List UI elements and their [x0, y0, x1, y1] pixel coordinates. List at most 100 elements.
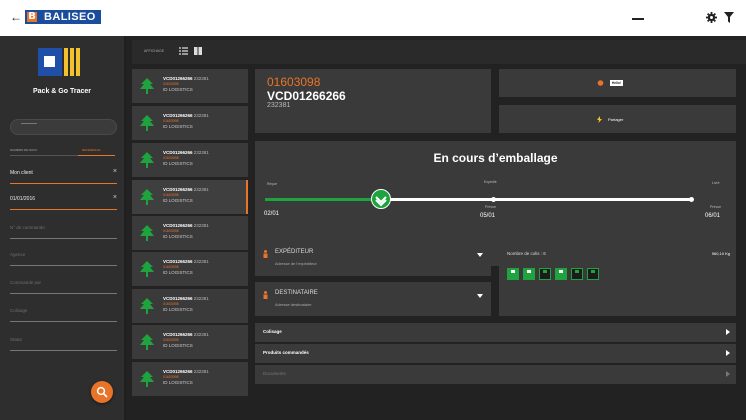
- result-card[interactable]: VCD01266266 232381 01603098 ID LOGISTICS: [132, 289, 248, 323]
- shipment-reference: VCD01266266: [267, 89, 346, 103]
- row-documents[interactable]: Documents: [255, 365, 736, 384]
- tree-icon: [140, 115, 154, 131]
- shipment-sub-number: 232381: [267, 102, 291, 109]
- person-icon: [263, 291, 268, 299]
- card-code: 01603098: [163, 375, 179, 379]
- step-label: Prévue: [710, 205, 722, 209]
- gear-icon[interactable]: [706, 12, 717, 23]
- result-card[interactable]: VCD01266266 232381 01603098 ID LOGISTICS: [132, 325, 248, 359]
- package-box: [539, 268, 551, 280]
- package-count: Nombre de colis : 6: [507, 251, 546, 256]
- card-reference: VCD01266266 232381: [163, 369, 209, 374]
- logo-square: [38, 48, 62, 76]
- ordered-by-field[interactable]: Commande par: [10, 280, 117, 294]
- sort-tabs: NUMERO DE SUIVI REFERENCE: [10, 146, 115, 156]
- date-field[interactable]: 01/01/2016 ×: [10, 194, 117, 210]
- card-reference: VCD01266266 232381: [163, 223, 209, 228]
- row-colisage[interactable]: Colisage: [255, 323, 736, 342]
- card-code: 01603098: [163, 156, 179, 160]
- download-icon: [375, 196, 387, 207]
- card-company: ID LOGISTICS: [163, 307, 193, 312]
- chevron-right-icon: [726, 350, 730, 356]
- share-label: Partager: [608, 117, 624, 122]
- hello-panel[interactable]: Hello!: [499, 69, 736, 97]
- tree-icon: [140, 371, 154, 387]
- status-field[interactable]: Statut: [10, 337, 117, 351]
- result-card[interactable]: VCD01266266 232381 01603098 ID LOGISTICS: [132, 180, 248, 214]
- row-produits[interactable]: Produits commandés: [255, 344, 736, 363]
- back-arrow-icon[interactable]: ←: [10, 11, 22, 23]
- clear-icon[interactable]: ×: [113, 194, 117, 201]
- tracking-number: 01603098: [267, 75, 321, 89]
- logo-mark: B: [25, 10, 39, 24]
- packaging-field[interactable]: Colisage: [10, 308, 117, 322]
- logo-text: BALISEO: [39, 10, 101, 24]
- hand-icon: [597, 80, 604, 86]
- card-reference: VCD01266266 232381: [163, 332, 209, 337]
- tree-icon: [140, 189, 154, 205]
- expediteur-panel[interactable]: EXPÉDITEUR Adresse de l’expéditeur: [255, 241, 491, 276]
- package-weight: 960,10 Kg: [711, 251, 730, 256]
- lightning-icon: [597, 116, 602, 123]
- main-content: AFFICHAGE VCD01266266 232381 01603098 ID L…: [126, 36, 746, 420]
- chevron-down-icon[interactable]: [477, 294, 483, 299]
- card-company: ID LOGISTICS: [163, 380, 193, 385]
- search-icon: [96, 386, 108, 398]
- result-card[interactable]: VCD01266266 232381 01603098 ID LOGISTICS: [132, 106, 248, 140]
- result-card[interactable]: VCD01266266 232381 01603098 ID LOGISTICS: [132, 252, 248, 286]
- grid-view-icon[interactable]: [194, 47, 202, 55]
- display-toolbar: AFFICHAGE: [132, 40, 746, 64]
- tree-icon: [140, 225, 154, 241]
- destinataire-panel[interactable]: DESTINATAIRE Adresse destinataire: [255, 282, 491, 316]
- package-box: [555, 268, 567, 280]
- card-reference: VCD01266266 232381: [163, 76, 209, 81]
- share-button[interactable]: Partager: [499, 105, 736, 133]
- tree-icon: [140, 78, 154, 94]
- shipment-header: 01603098 VCD01266266 232381: [255, 69, 491, 133]
- tab-reference[interactable]: REFERENCE: [82, 148, 101, 152]
- package-box: [587, 268, 599, 280]
- result-card[interactable]: VCD01266266 232381 01603098 ID LOGISTICS: [132, 69, 248, 103]
- card-reference: VCD01266266 232381: [163, 187, 209, 192]
- display-label: AFFICHAGE: [144, 49, 165, 53]
- step-label: Prévue: [485, 205, 497, 209]
- card-company: ID LOGISTICS: [163, 87, 193, 92]
- client-field[interactable]: Mon client ×: [10, 168, 117, 184]
- card-company: ID LOGISTICS: [163, 198, 193, 203]
- order-number-field[interactable]: N° de commande: [10, 225, 117, 239]
- result-card[interactable]: VCD01266266 232381 01603098 ID LOGISTICS: [132, 362, 248, 396]
- progress-knob: [371, 189, 391, 209]
- filter-icon[interactable]: [724, 12, 734, 23]
- tree-icon: [140, 298, 154, 314]
- card-code: 01603098: [163, 119, 179, 123]
- tree-icon: [140, 261, 154, 277]
- packages-panel: Nombre de colis : 6 960,10 Kg: [499, 241, 736, 316]
- card-reference: VCD01266266 232381: [163, 150, 209, 155]
- agency-field[interactable]: Agence: [10, 252, 117, 266]
- package-box: [571, 268, 583, 280]
- chevron-down-icon[interactable]: [477, 253, 483, 258]
- list-view-icon[interactable]: [179, 47, 188, 55]
- card-company: ID LOGISTICS: [163, 161, 193, 166]
- status-title: En cours d’emballage: [433, 151, 558, 165]
- card-code: 01603098: [163, 193, 179, 197]
- card-company: ID LOGISTICS: [163, 124, 193, 129]
- card-code: 01603098: [163, 229, 179, 233]
- clear-icon[interactable]: ×: [113, 168, 117, 175]
- hello-badge: Hello!: [610, 80, 623, 86]
- step-date: 06/01: [705, 213, 721, 219]
- tab-tracking-number[interactable]: NUMERO DE SUIVI: [10, 148, 37, 152]
- card-reference: VCD01266266 232381: [163, 259, 209, 264]
- baliseo-logo[interactable]: B BALISEO: [25, 10, 101, 26]
- result-card[interactable]: VCD01266266 232381 01603098 ID LOGISTICS: [132, 143, 248, 177]
- result-card[interactable]: VCD01266266 232381 01603098 ID LOGISTICS: [132, 216, 248, 250]
- step-dot: [689, 197, 694, 202]
- package-box: [507, 268, 519, 280]
- card-company: ID LOGISTICS: [163, 270, 193, 275]
- card-code: 01603098: [163, 338, 179, 342]
- progress-fill: [265, 198, 381, 201]
- menu-dash-icon[interactable]: [632, 18, 644, 20]
- tree-icon: [140, 334, 154, 350]
- search-button[interactable]: [91, 381, 113, 403]
- search-input[interactable]: [10, 119, 117, 135]
